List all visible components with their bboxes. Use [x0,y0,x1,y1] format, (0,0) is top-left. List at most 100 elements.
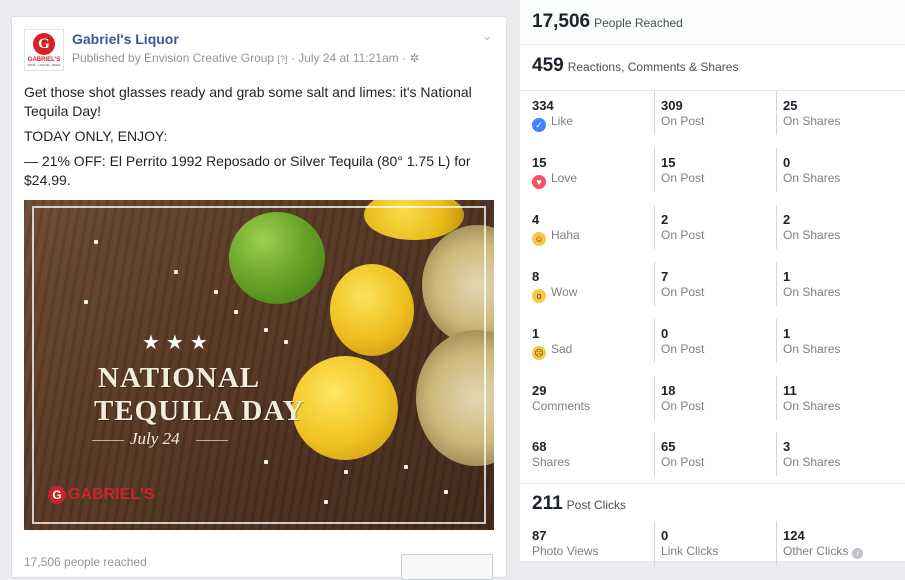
reaction-row-like: 334 ✓ Like 309 On Post 25 On Shares [520,91,905,148]
shares-count: 68 [532,439,547,454]
reach-section: 17,506 People Reached [520,0,905,45]
reaction-row-love: 15 ♥ Love 15 On Post 0 On Shares [520,148,905,205]
brand-watermark: G GABRIEL'S [48,486,154,504]
shares-row: 68 Shares 65 On Post 3 On Shares [520,432,905,489]
haha-icon: ☺ [532,232,546,246]
help-link[interactable]: [?] [277,54,287,64]
like-label: ✓ Like [532,114,652,132]
photo-views: 87 Photo Views [532,521,652,565]
divider-line [92,440,124,441]
haha-on-shares: 2 On Shares [776,205,903,249]
on-shares-label: On Shares [783,285,841,299]
on-shares-label: On Shares [783,399,841,413]
on-shares-label: On Shares [783,455,841,469]
info-icon[interactable]: i [852,548,864,559]
on-post-label: On Post [661,342,705,356]
haha-label: ☺ Haha [532,228,652,246]
on-post-label: On Post [661,455,705,469]
shares-total: 68 Shares [532,432,652,476]
link-clicks: 0 Link Clicks [654,521,781,565]
sad-on-post: 0 On Post [654,319,781,363]
love-on-post: 15 On Post [654,148,781,192]
sad-shares-count: 1 [783,326,791,341]
comments-label: Comments [532,399,591,413]
haha-count: 4 [532,212,540,227]
divider-line [196,440,228,441]
link-clicks-count: 0 [661,528,669,543]
shares-on-post: 65 On Post [654,432,781,476]
people-reached: 17,506 People Reached [532,11,683,33]
brand-g-icon: G [48,486,66,504]
logo-g-icon: G [33,33,55,55]
clicks-label: Post Clicks [566,498,626,512]
reactions-total: 459 Reactions, Comments & Shares [532,55,738,77]
sad-name: Sad [551,342,573,356]
like-shares-count: 25 [783,98,798,113]
post-timestamp[interactable]: July 24 at 11:21am [298,51,399,65]
love-count: 15 [532,155,547,170]
wow-name: Wow [551,285,578,299]
wow-total: 8 o Wow [532,262,652,306]
on-shares-label: On Shares [783,114,841,128]
headline-line2: TEQUILA DAY [94,395,305,427]
like-post-count: 309 [661,98,683,113]
sad-total: 1 ☹ Sad [532,319,652,363]
logo-subtext: WINE · LIQUOR · BEER [27,63,61,67]
chevron-down-icon[interactable]: ⌄ [480,29,494,43]
haha-name: Haha [551,228,580,242]
sad-on-shares: 1 On Shares [776,319,903,363]
brand-name: GABRIEL'S [68,486,155,503]
reaction-row-sad: 1 ☹ Sad 0 On Post 1 On Shares [520,319,905,376]
comments-count: 29 [532,383,547,398]
post-clicks-section: 211 Post Clicks 87 Photo Views 0 Link Cli… [520,483,905,565]
love-on-shares: 0 On Shares [776,148,903,192]
like-total: 334 ✓ Like [532,91,652,135]
other-clicks-label-wrap: Other Clicks i [783,544,903,559]
comments-on-post: 18 On Post [654,376,781,420]
post-paragraph: — 21% OFF: El Perrito 1992 Reposado or S… [24,153,471,188]
reaction-row-haha: 4 ☺ Haha 2 On Post 2 On Shares [520,205,905,262]
shares-on-shares: 3 On Shares [776,432,903,476]
love-name: Love [551,171,578,185]
on-post-label: On Post [661,114,705,128]
settings-gear-icon[interactable]: ✲ [409,51,419,65]
insights-panel: 17,506 People Reached 459 Reactions, Comme… [520,0,905,565]
post-clicks-total: 211 Post Clicks [532,493,626,515]
page-avatar[interactable]: G GABRIEL'S WINE · LIQUOR · BEER [24,29,64,71]
other-clicks-label: Other Clicks [783,544,849,558]
post-image[interactable]: ★★★ NATIONAL TEQUILA DAY July 24 G GABRIE… [24,200,494,530]
sad-label: ☹ Sad [532,342,652,360]
page-name-link[interactable]: Gabriel's Liquor [72,31,179,47]
post-paragraph: Get those shot glasses ready and grab so… [24,84,472,119]
post-paragraph: TODAY ONLY, ENJOY: [24,128,168,144]
wow-count: 8 [532,269,540,284]
clicks-value: 211 [532,493,563,514]
shares-shares-count: 3 [783,439,791,454]
sad-post-count: 0 [661,326,669,341]
like-on-post: 309 On Post [654,91,781,135]
stars-decoration: ★★★ [142,332,214,354]
headline-line1: NATIONAL [98,362,261,394]
comments-on-shares: 11 On Shares [776,376,903,420]
wow-post-count: 7 [661,269,669,284]
post-card: G GABRIEL'S WINE · LIQUOR · BEER Gabriel… [11,16,507,580]
reached-label: People Reached [594,16,683,30]
publisher-text[interactable]: Published by Envision Creative Group [72,51,274,65]
photo-views-count: 87 [532,528,547,543]
post-byline: Published by Envision Creative Group [?]… [72,51,419,65]
shares-post-count: 65 [661,439,676,454]
reaction-row-wow: 8 o Wow 7 On Post 1 On Shares [520,262,905,319]
image-date: July 24 [130,429,180,448]
link-clicks-label: Link Clicks [661,544,719,558]
like-on-shares: 25 On Shares [776,91,903,135]
reactions-label: Reactions, Comments & Shares [567,60,739,74]
wow-shares-count: 1 [783,269,791,284]
love-post-count: 15 [661,155,676,170]
post-header: G GABRIEL'S WINE · LIQUOR · BEER Gabriel… [24,29,494,73]
boost-button[interactable] [401,554,493,580]
sad-icon: ☹ [532,346,546,360]
reactions-value: 459 [532,55,564,76]
other-clicks-count: 124 [783,528,805,543]
love-icon: ♥ [532,175,546,189]
haha-on-post: 2 On Post [654,205,781,249]
